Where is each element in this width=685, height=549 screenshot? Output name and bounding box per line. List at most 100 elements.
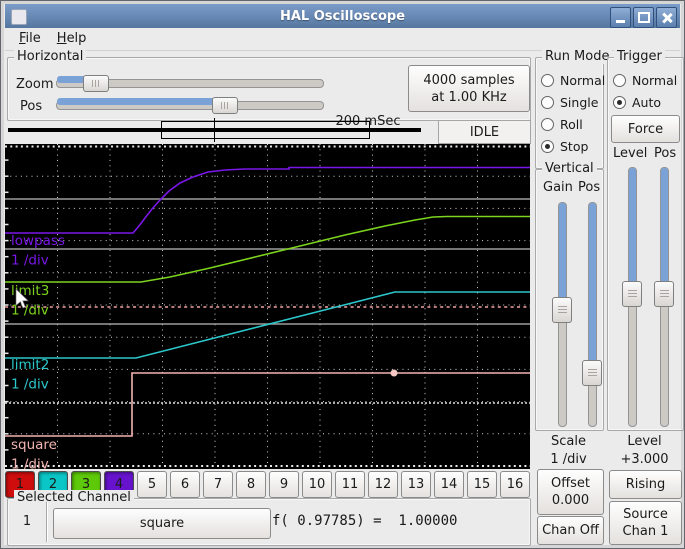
selected-channel-frame: Selected Channel 1 square f( 0.97785) = … xyxy=(7,490,531,546)
offset-button[interactable]: Offset 0.000 xyxy=(537,469,604,515)
pos-slider[interactable] xyxy=(56,97,324,114)
maximize-button[interactable] xyxy=(633,7,654,28)
menu-help[interactable]: Help xyxy=(51,29,97,49)
radio-icon[interactable] xyxy=(541,73,554,87)
record-trigger-tick xyxy=(214,118,215,142)
channel-button-12[interactable]: 12 xyxy=(368,471,398,498)
app-window: HAL Oscilloscope File Help Horizontal Zo… xyxy=(0,0,685,549)
trigger-edge-label: Rising xyxy=(625,477,666,492)
samples-line1: 4000 samples xyxy=(423,72,515,88)
trigger-level-slider[interactable] xyxy=(622,167,642,427)
samples-button[interactable]: 4000 samples at 1.00 KHz xyxy=(408,65,530,112)
offset-button-label: Offset xyxy=(550,476,591,491)
status-panel: IDLE xyxy=(438,120,531,144)
trigger-pos-slider[interactable] xyxy=(654,167,674,427)
run-mode-option-normal[interactable]: Normal xyxy=(541,69,605,91)
close-button[interactable] xyxy=(656,7,677,28)
waveform-lowpass xyxy=(5,166,530,234)
channel-button-11[interactable]: 11 xyxy=(335,471,365,498)
run-mode-frame-label: Run Mode xyxy=(542,49,613,64)
pos-slider-thumb[interactable] xyxy=(212,97,238,114)
menu-bar: File Help xyxy=(5,28,680,51)
minimize-button[interactable] xyxy=(610,7,631,28)
trigger-pos-thumb[interactable] xyxy=(654,281,674,307)
channel-scale-lowpass: 1 /div xyxy=(11,253,49,269)
trigger-option-normal[interactable]: Normal xyxy=(613,69,677,91)
horizontal-frame: Horizontal Zoom Pos 200 mSec per div 400… xyxy=(7,49,531,189)
trigger-option-auto[interactable]: Auto xyxy=(613,91,677,113)
trigger-edge-button[interactable]: Rising xyxy=(609,470,682,499)
record-view-window[interactable] xyxy=(161,121,370,139)
channel-label-limit2: limit2 xyxy=(11,357,49,373)
radio-icon[interactable] xyxy=(541,117,554,131)
channel-button-15[interactable]: 15 xyxy=(467,471,497,498)
radio-icon[interactable] xyxy=(541,139,554,153)
menu-file[interactable]: File xyxy=(13,29,51,49)
vertical-pos-thumb[interactable] xyxy=(582,360,602,386)
force-button-label: Force xyxy=(627,121,664,137)
run-mode-option-label: Normal xyxy=(560,72,606,88)
zoom-slider-thumb[interactable] xyxy=(83,75,109,92)
trigger-level-readout-value: +3.000 xyxy=(620,452,669,467)
vertical-frame: Vertical Gain Pos xyxy=(535,161,604,431)
radio-icon[interactable] xyxy=(613,73,626,87)
trigger-option-label: Normal xyxy=(632,72,678,88)
radio-icon[interactable] xyxy=(613,95,626,109)
vertical-pos-label: Pos xyxy=(578,180,601,195)
vertical-pos-fill xyxy=(588,203,596,372)
waveform-limit2 xyxy=(5,291,530,359)
trigger-options: Normal Auto xyxy=(613,69,677,113)
horizontal-frame-label: Horizontal xyxy=(14,49,87,64)
gain-slider-thumb[interactable] xyxy=(552,297,572,323)
trigger-option-label: Auto xyxy=(632,94,662,110)
channel-button-9[interactable]: 9 xyxy=(269,471,299,498)
trigger-level-readout-label: Level xyxy=(627,434,662,449)
zoom-slider[interactable] xyxy=(56,75,324,92)
run-mode-option-roll[interactable]: Roll xyxy=(541,113,605,135)
chan-off-button-label: Chan Off xyxy=(542,523,599,538)
run-mode-option-stop[interactable]: Stop xyxy=(541,135,605,157)
channel-value-readout: f( 0.97785) = 1.00000 xyxy=(272,513,458,529)
radio-icon[interactable] xyxy=(541,95,554,109)
zoom-label: Zoom xyxy=(16,77,54,92)
pos-slider-fill xyxy=(57,98,224,105)
channel-button-7[interactable]: 7 xyxy=(203,471,233,498)
trigger-level-thumb[interactable] xyxy=(622,281,642,307)
channel-button-14[interactable]: 14 xyxy=(434,471,464,498)
channel-button-6[interactable]: 6 xyxy=(170,471,200,498)
trigger-source-line1: Source xyxy=(623,507,668,522)
vertical-pos-slider[interactable] xyxy=(582,202,602,427)
selected-channel-frame-label: Selected Channel xyxy=(14,490,134,505)
channel-button-5[interactable]: 5 xyxy=(137,471,167,498)
minimize-icon xyxy=(616,20,625,23)
gain-label: Gain xyxy=(543,180,573,195)
window-icon xyxy=(11,9,27,25)
chan-off-button[interactable]: Chan Off xyxy=(537,516,604,545)
trigger-pos-fill xyxy=(660,168,668,294)
channel-label-square: square xyxy=(11,437,57,453)
force-button[interactable]: Force xyxy=(611,115,680,143)
run-mode-option-single[interactable]: Single xyxy=(541,91,605,113)
channel-button-8[interactable]: 8 xyxy=(236,471,266,498)
channel-button-16[interactable]: 16 xyxy=(500,471,530,498)
trigger-frame-label: Trigger xyxy=(614,49,665,64)
gain-slider[interactable] xyxy=(552,202,572,427)
scale-label: Scale xyxy=(551,434,586,449)
window-title: HAL Oscilloscope xyxy=(279,8,406,24)
run-mode-option-label: Single xyxy=(560,94,599,110)
title-bar[interactable]: HAL Oscilloscope xyxy=(5,4,680,28)
run-mode-option-label: Stop xyxy=(560,138,589,154)
channel-button-10[interactable]: 10 xyxy=(302,471,332,498)
maximize-icon xyxy=(637,12,650,23)
pos-label: Pos xyxy=(20,99,43,114)
run-mode-options: Normal Single Roll Stop xyxy=(541,69,605,157)
run-mode-frame: Run Mode Normal Single Roll Stop xyxy=(535,49,613,169)
channel-button-13[interactable]: 13 xyxy=(401,471,431,498)
offset-button-value: 0.000 xyxy=(551,493,590,508)
scope-display[interactable]: lowpass1 /divlimit31 /divlimit21 /divsqu… xyxy=(5,144,530,469)
trigger-source-line2: Chan 1 xyxy=(622,524,669,539)
trigger-source-button[interactable]: Source Chan 1 xyxy=(609,501,682,545)
divider xyxy=(46,502,47,542)
trigger-frame: Trigger Normal Auto Force Level Pos xyxy=(607,49,684,431)
channel-source-button[interactable]: square xyxy=(53,508,271,539)
